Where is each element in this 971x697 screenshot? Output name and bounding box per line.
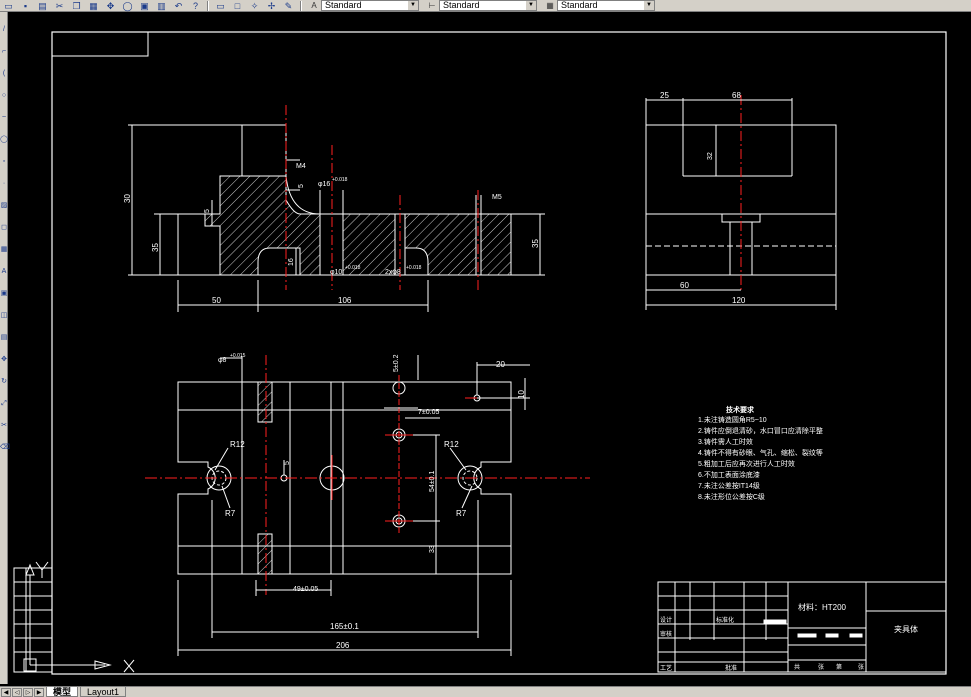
dim-50: 50 bbox=[212, 296, 221, 305]
note-line: 7.未注公差按IT14级 bbox=[698, 481, 760, 490]
note-line: 8.未注形位公差按C级 bbox=[698, 492, 765, 501]
frame-corner-box bbox=[51, 31, 149, 57]
note-line: 1.未注铸造圆角R5~10 bbox=[698, 415, 767, 424]
tab-model[interactable]: 模型 bbox=[46, 687, 79, 697]
top-view bbox=[145, 355, 590, 656]
dim-206: 206 bbox=[336, 641, 350, 650]
note-line: 5.粗加工后应再次进行人工时效 bbox=[698, 459, 795, 468]
dim-16: 16 bbox=[288, 258, 295, 266]
notes-title: 技术要求 bbox=[726, 405, 755, 414]
drawing-canvas[interactable]: 30 35 5 M4 5 φ16 +0.018 M5 35 16 φ10 +0.… bbox=[0, 0, 971, 697]
dim-r12-left: R12 bbox=[230, 440, 245, 449]
dim-m5: M5 bbox=[492, 194, 502, 201]
layout-tab-bar: ◀ ◁ ▷ ▶ 模型 Layout1 bbox=[0, 686, 971, 697]
note-line: 4.铸件不得有砂眼、气孔、缩松、裂纹等 bbox=[698, 448, 823, 457]
sheet-total-label: 共 bbox=[794, 663, 800, 671]
side-view bbox=[645, 95, 837, 310]
dim-106: 106 bbox=[338, 296, 352, 305]
dim-r12-right: R12 bbox=[444, 440, 459, 449]
dim-33: 33 bbox=[429, 545, 436, 553]
dim-60: 60 bbox=[680, 281, 689, 290]
dim-20: 20 bbox=[496, 360, 505, 369]
dim-49: 49±0.05 bbox=[293, 586, 318, 593]
dim-5b: 5 bbox=[298, 184, 305, 188]
title-material: 材料：HT200 bbox=[798, 602, 847, 612]
tol-phi8: +0.018 bbox=[406, 265, 422, 271]
title-part-name: 夹具体 bbox=[894, 624, 918, 634]
dim-r7-right: R7 bbox=[456, 509, 467, 518]
hatch-region-left bbox=[204, 175, 321, 276]
hatch-region-far bbox=[480, 213, 512, 276]
title-label-approve: 批准 bbox=[725, 664, 737, 672]
ucs-icon bbox=[23, 561, 135, 673]
tol-phi8-top: +0.015 bbox=[230, 353, 246, 359]
dim-32: 32 bbox=[707, 152, 714, 160]
dim-54: 54±0.1 bbox=[429, 471, 436, 492]
dim-5: 5 bbox=[204, 209, 211, 213]
tab-layout1[interactable]: Layout1 bbox=[80, 687, 127, 697]
dim-35-left: 35 bbox=[151, 243, 160, 252]
dim-25: 25 bbox=[660, 91, 669, 100]
sheet-unit-label: 张 bbox=[818, 663, 824, 671]
title-label-design: 设计 bbox=[660, 616, 672, 624]
dim-10: 10 bbox=[517, 390, 526, 399]
dim-30: 30 bbox=[123, 194, 132, 203]
dim-m4: M4 bbox=[296, 163, 306, 170]
dim-phi8-top: φ8 bbox=[218, 357, 227, 364]
dim-phi10: φ10 bbox=[330, 269, 342, 276]
sheet-num-label: 第 bbox=[836, 663, 842, 671]
note-line: 2.铸件应倒退清砂，水口冒口应清除平整 bbox=[698, 426, 823, 435]
title-label-standard: 标准化 bbox=[716, 616, 734, 624]
revision-strip bbox=[13, 567, 53, 673]
dim-7-005: 7±0.05 bbox=[418, 409, 439, 416]
dim-68: 68 bbox=[732, 91, 741, 100]
front-section-view bbox=[128, 105, 545, 312]
dim-phi16: φ16 bbox=[318, 181, 330, 188]
technical-requirements: 技术要求 1.未注铸造圆角R5~10 2.铸件应倒退清砂，水口冒口应清除平整 3… bbox=[698, 405, 823, 501]
note-line: 3.铸件需人工时效 bbox=[698, 437, 753, 446]
dim-120: 120 bbox=[732, 296, 746, 305]
prev-tab-icon[interactable]: ◁ bbox=[12, 687, 22, 697]
dim-5-top: 5 bbox=[284, 461, 291, 465]
dim-35-right: 35 bbox=[531, 239, 540, 248]
title-label-review: 审核 bbox=[660, 630, 672, 638]
note-line: 6.不加工表面涂底漆 bbox=[698, 470, 760, 479]
first-tab-icon[interactable]: ◀ bbox=[1, 687, 11, 697]
title-label-process: 工艺 bbox=[660, 664, 672, 672]
dim-165: 165±0.1 bbox=[330, 622, 359, 631]
dim-5-02: 5±0.2 bbox=[393, 354, 400, 372]
dim-2xphi8: 2xφ8 bbox=[385, 269, 401, 276]
tol-phi10: +0.018 bbox=[345, 265, 361, 271]
sheet-unit2-label: 张 bbox=[858, 663, 864, 671]
last-tab-icon[interactable]: ▶ bbox=[34, 687, 44, 697]
next-tab-icon[interactable]: ▷ bbox=[23, 687, 33, 697]
dim-r7-left: R7 bbox=[225, 509, 236, 518]
drawing-frame bbox=[51, 31, 947, 675]
tol-phi16: +0.018 bbox=[332, 177, 348, 183]
